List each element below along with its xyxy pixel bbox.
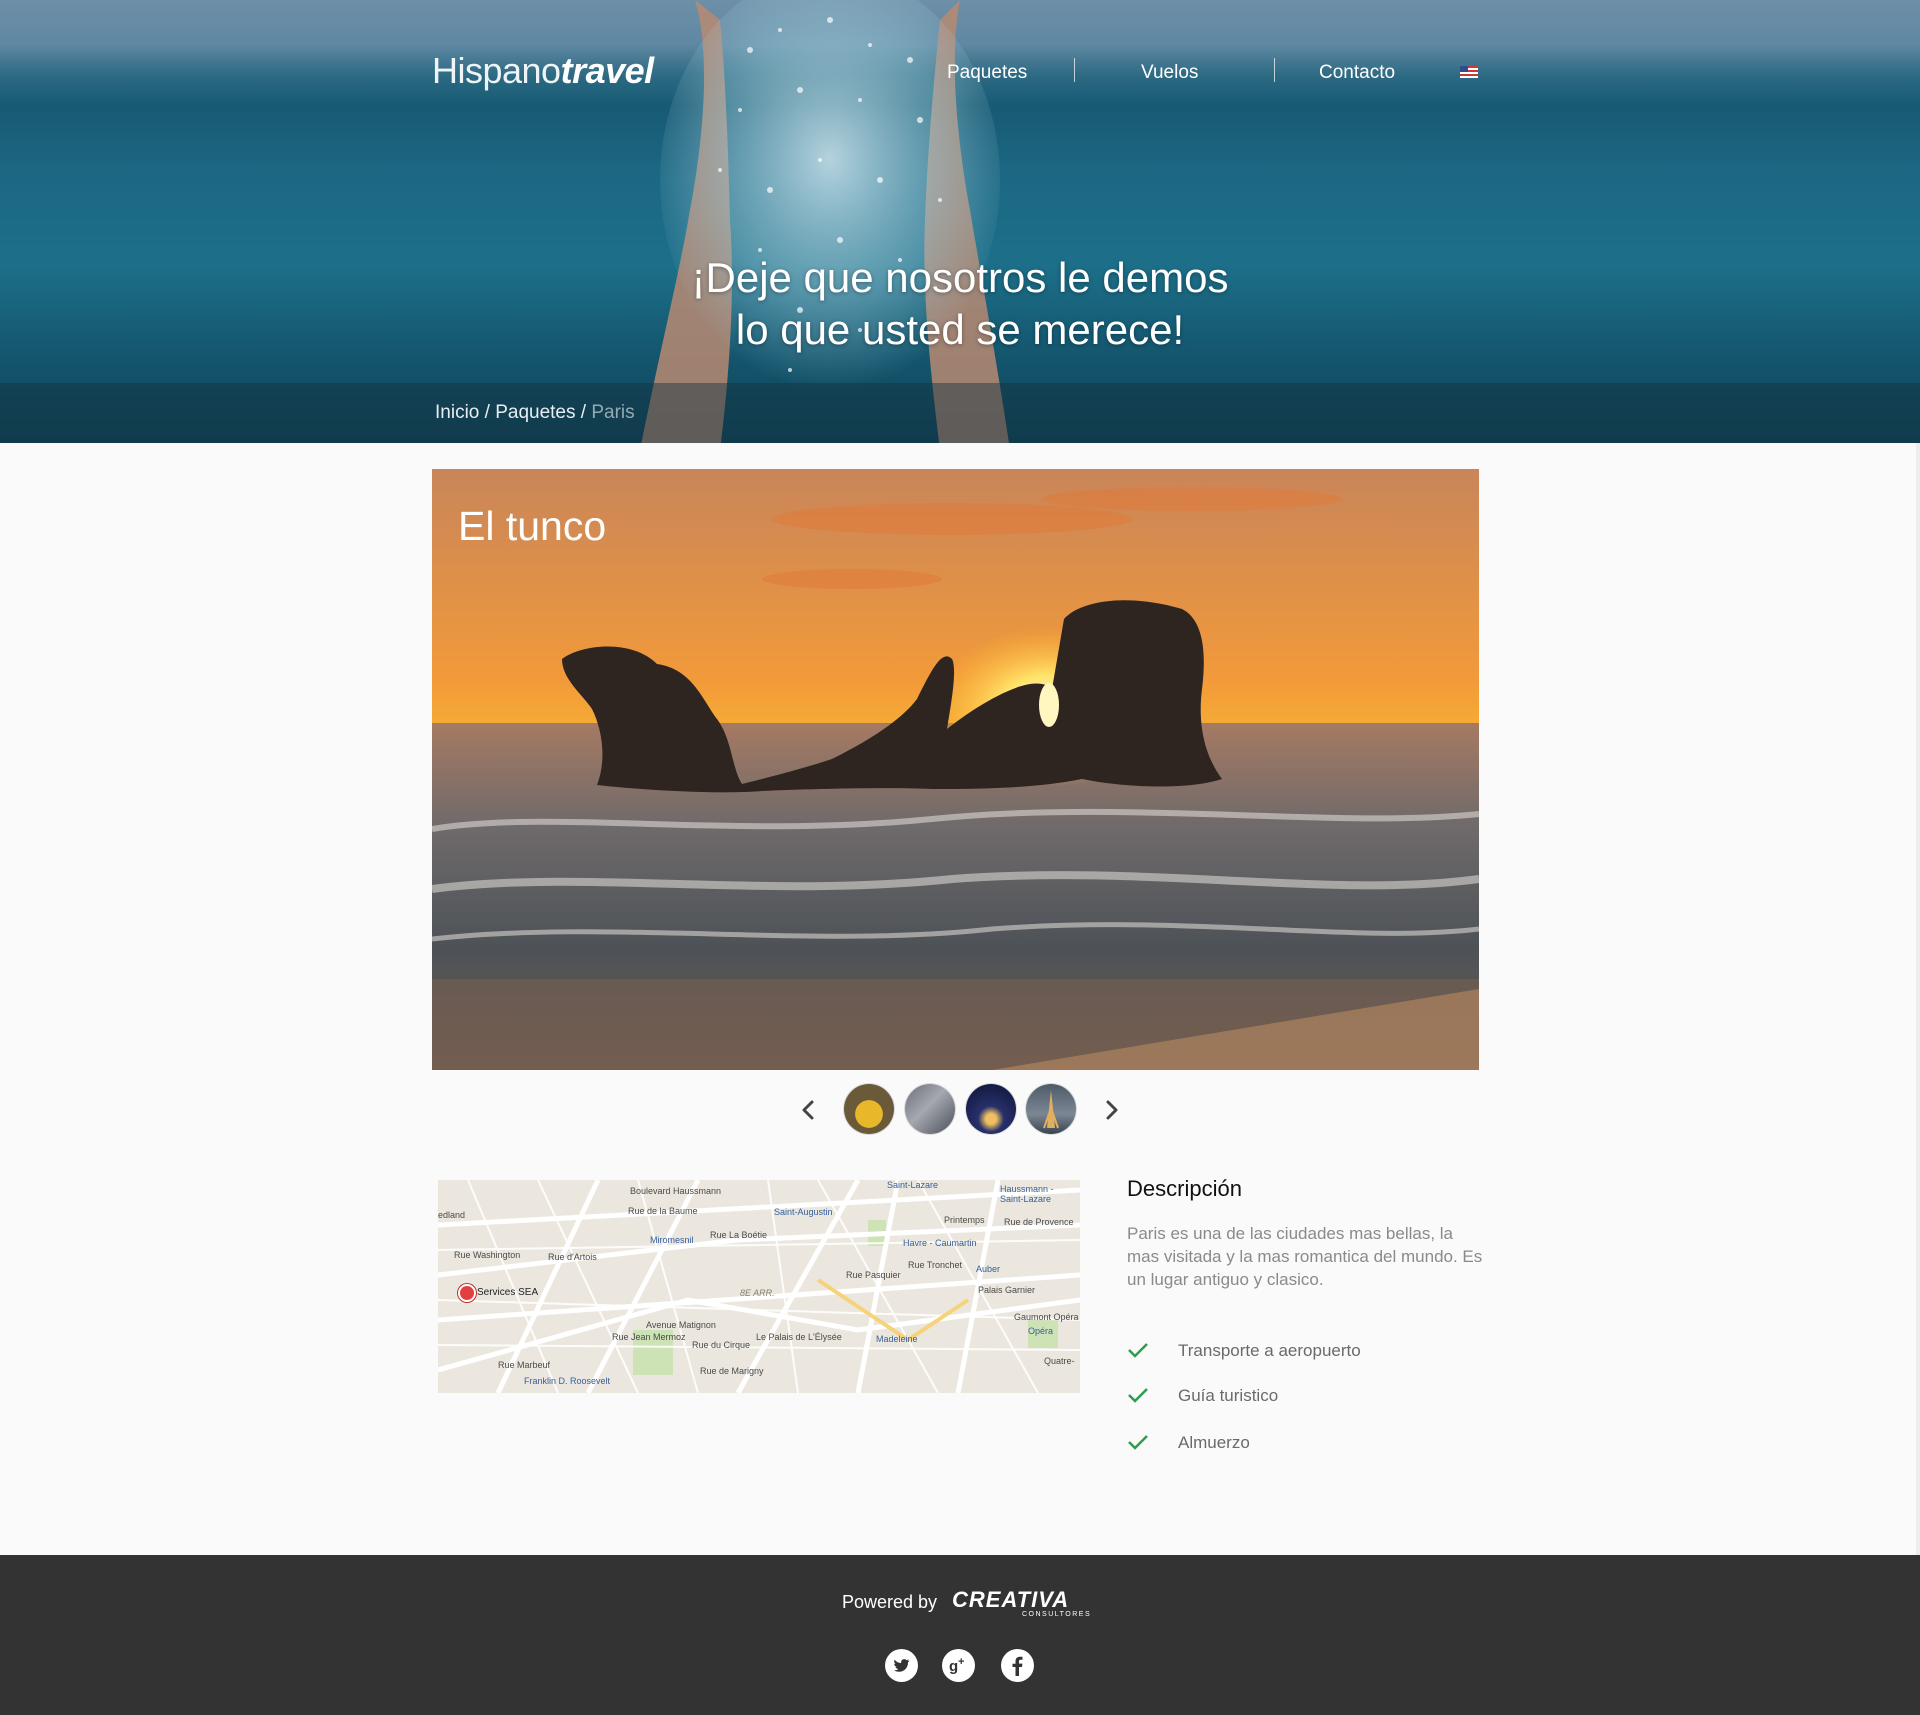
map-label: Avenue Matignon [646,1320,716,1330]
map-label: Rue de Provence [1004,1217,1074,1227]
map-label: Havre - Caumartin [903,1238,977,1248]
gallery-title: El tunco [458,503,607,549]
description-title: Descripción [1127,1176,1242,1201]
facebook-icon[interactable] [1001,1649,1034,1682]
creativa-logo[interactable]: CREATIVA CONSULTORES [952,1587,1090,1619]
map-label: Rue Washington [454,1250,521,1260]
map-label: Saint-Lazare [887,1180,939,1190]
nav-contacto[interactable]: Contacto [1319,62,1395,84]
map-label: Gaumont Opéra [1014,1312,1079,1322]
feature-label: Guía turistico [1178,1386,1279,1405]
map-label: Rue d'Artois [548,1252,597,1262]
feature-label: Transporte a aeropuerto [1178,1341,1361,1360]
powered-by-text: Powered by [842,1592,938,1612]
headline-line-2: lo que usted se merece! [735,306,1185,353]
map-label: 8E ARR. [740,1288,775,1298]
map-label: Rue Marbeuf [498,1360,551,1370]
map-label: Franklin D. Roosevelt [524,1376,611,1386]
thumbnail-taxi[interactable] [844,1084,894,1134]
chevron-right-icon[interactable] [1097,1096,1125,1124]
map-label: Haussmann - Saint-Lazare [1000,1184,1054,1204]
map-label: Quatre- [1044,1356,1075,1366]
breadcrumb-current: Paris [591,402,635,423]
description-text: Paris es una de las ciudades mas bellas,… [1127,1224,1483,1289]
map-label: Printemps [944,1215,985,1225]
brand-subtitle: CONSULTORES [1022,1611,1092,1618]
gallery-thumbnails [0,1084,1920,1136]
breadcrumb: Inicio / Paquetes / Paris [435,402,635,424]
check-icon [1128,1343,1148,1358]
chevron-left-icon[interactable] [795,1096,823,1124]
headline-line-1: ¡Deje que nosotros le demos [691,254,1229,301]
google-plus-icon[interactable]: g + [942,1649,975,1682]
map-label: Opéra [1028,1326,1054,1336]
map-label: Rue de la Baume [628,1206,698,1216]
hero-banner: Hispanotravel Paquetes Vuelos Contacto ¡… [0,0,1920,443]
gallery-main-image: El tunco [432,469,1479,1070]
map-label: Rue La Boétie [710,1230,768,1240]
us-flag-icon[interactable] [1460,66,1478,78]
nav-separator [1274,58,1275,82]
footer: Powered by CREATIVA CONSULTORES g + [0,1555,1920,1715]
thumbnail-night-city[interactable] [966,1084,1016,1134]
map-label: Rue de Marigny [700,1366,764,1376]
svg-text:+: + [958,1656,964,1668]
hero-headline: ¡Deje que nosotros le demos lo que usted… [560,252,1360,356]
feature-label: Almuerzo [1178,1433,1250,1452]
check-icon [1128,1388,1148,1403]
map-label: Rue du Cirque [692,1340,751,1350]
svg-text:g: g [949,1658,958,1675]
nav-paquetes[interactable]: Paquetes [947,62,1027,84]
map-marker-label: Services SEA [477,1287,539,1298]
twitter-icon[interactable] [885,1649,918,1682]
breadcrumb-bar: Inicio / Paquetes / Paris [0,383,1920,443]
thumbnail-street[interactable] [905,1084,955,1134]
map-label: Rue Tronchet [908,1260,963,1270]
map-label: Palais Garnier [978,1285,1036,1295]
eiffel-tower-icon [1043,1090,1059,1129]
page-edge [1916,443,1920,1555]
check-icon [1128,1435,1148,1450]
map-label: Madeleine [876,1334,918,1344]
map-label: Le Palais de L'Élysée [756,1332,842,1342]
breadcrumb-inicio[interactable]: Inicio [435,402,479,423]
map-label: Auber [976,1264,1001,1274]
thumbnail-eiffel[interactable] [1026,1084,1076,1134]
location-map[interactable]: Services SEA Boulevard Haussmann Saint-L… [438,1180,1080,1393]
main-nav: Paquetes Vuelos Contacto [0,58,1920,88]
brand-name: CREATIVA [952,1587,1070,1612]
map-label: Rue Jean Mermoz [612,1332,686,1342]
nav-separator [1074,58,1075,82]
nav-vuelos[interactable]: Vuelos [1141,62,1198,84]
map-label: Boulevard Haussmann [630,1186,722,1196]
breadcrumb-separator: / [575,402,592,423]
map-label: Miromesnil [650,1235,694,1245]
breadcrumb-separator: / [479,402,496,423]
breadcrumb-paquetes[interactable]: Paquetes [495,402,575,423]
map-marker-icon[interactable] [458,1284,476,1302]
map-label: Rue Pasquier [846,1270,901,1280]
sunset-rock-photo [432,469,1479,1070]
map-label: edland [438,1210,466,1220]
map-label: Saint-Augustin [774,1207,833,1217]
